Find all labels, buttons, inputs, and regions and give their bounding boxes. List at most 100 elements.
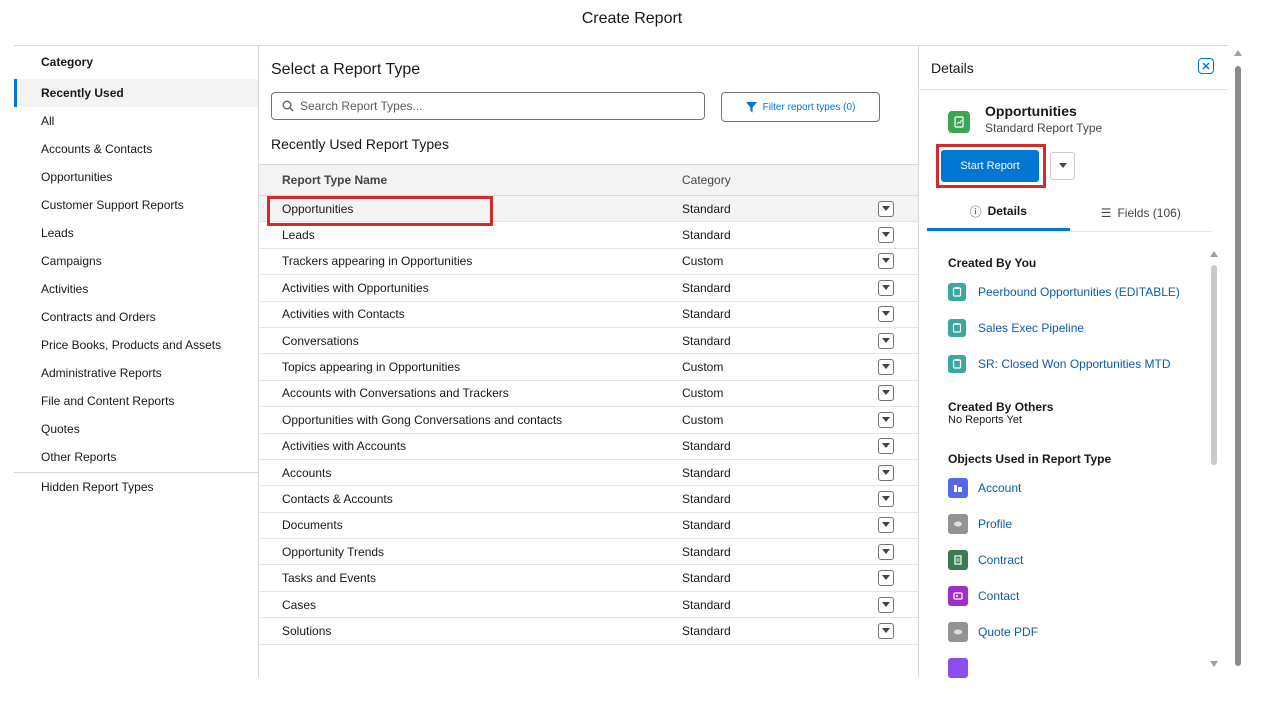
details-scroll-thumb[interactable] [1211,265,1217,465]
report-link-sales-exec[interactable]: Sales Exec Pipeline [948,319,1084,337]
object-quote-pdf[interactable]: Quote PDF [948,622,1038,642]
report-type-name-cell[interactable]: Contacts & Accounts [259,492,682,506]
table-row[interactable]: Topics appearing in Opportunities Custom [259,354,918,381]
row-actions-button[interactable] [878,570,894,587]
table-row[interactable]: Contacts & Accounts Standard [259,486,918,513]
report-type-name-cell[interactable]: Accounts with Conversations and Trackers [259,386,682,400]
table-row[interactable]: Documents Standard [259,513,918,540]
category-opportunities[interactable]: Opportunities [14,163,258,191]
report-type-name-cell[interactable]: Trackers appearing in Opportunities [259,254,682,268]
row-actions-button[interactable] [878,543,894,560]
report-type-name-cell[interactable]: Leads [259,228,682,242]
column-header-name[interactable]: Report Type Name [259,173,682,187]
report-type-panel: Select a Report Type Filter report types… [259,46,919,678]
category-recently-used[interactable]: Recently Used [14,79,258,107]
category-contracts-orders[interactable]: Contracts and Orders [14,303,258,331]
object-partial[interactable] [948,658,968,678]
row-actions-button[interactable] [878,622,894,639]
table-row[interactable]: Tasks and Events Standard [259,565,918,592]
chevron-down-icon [882,575,890,581]
start-report-button[interactable]: Start Report [941,150,1039,182]
category-price-books[interactable]: Price Books, Products and Assets [14,331,258,359]
table-row[interactable]: Activities with Contacts Standard [259,302,918,328]
category-campaigns[interactable]: Campaigns [14,247,258,275]
category-other[interactable]: Other Reports [14,443,258,471]
category-activities[interactable]: Activities [14,275,258,303]
table-row[interactable]: Trackers appearing in Opportunities Custo… [259,249,918,276]
category-hidden-report-types[interactable]: Hidden Report Types [14,472,258,500]
category-quotes[interactable]: Quotes [14,415,258,443]
table-row[interactable]: Cases Standard [259,592,918,619]
row-actions-button[interactable] [878,438,894,455]
search-input[interactable] [300,99,690,113]
report-link-peerbound[interactable]: Peerbound Opportunities (EDITABLE) [948,283,1180,301]
report-type-name-cell[interactable]: Accounts [259,466,682,480]
close-details-button[interactable] [1198,58,1214,74]
report-type-subtitle: Standard Report Type [985,121,1103,135]
report-type-name-cell[interactable]: Topics appearing in Opportunities [259,360,682,374]
table-row[interactable]: Leads Standard [259,222,918,249]
table-row[interactable]: Conversations Standard [259,328,918,355]
details-scrollbar[interactable] [1210,251,1218,667]
category-file-content[interactable]: File and Content Reports [14,387,258,415]
tab-details[interactable]: ⓘ Details [927,194,1070,231]
row-actions-button[interactable] [878,227,894,244]
chevron-down-icon [882,337,890,343]
category-accounts-contacts[interactable]: Accounts & Contacts [14,135,258,163]
table-row[interactable]: Accounts with Conversations and Trackers… [259,381,918,408]
report-type-name-cell[interactable]: Opportunities [259,202,682,216]
row-actions-button[interactable] [878,411,894,428]
report-type-name-cell[interactable]: Activities with Opportunities [259,281,682,295]
row-actions-button[interactable] [878,279,894,296]
tab-fields[interactable]: ☰ Fields (106) [1070,194,1213,231]
category-all[interactable]: All [14,107,258,135]
report-type-name-cell[interactable]: Solutions [259,624,682,638]
table-row[interactable]: Opportunities with Gong Conversations an… [259,407,918,434]
chevron-down-icon [882,522,890,528]
report-type-category-cell: Standard [682,544,731,559]
row-actions-button[interactable] [878,490,894,507]
report-type-name-cell[interactable]: Activities with Contacts [259,307,682,321]
table-row[interactable]: Opportunity Trends Standard [259,539,918,566]
category-administrative[interactable]: Administrative Reports [14,359,258,387]
page-scroll-thumb[interactable] [1235,66,1241,666]
report-type-name-cell[interactable]: Activities with Accounts [259,439,682,453]
object-account[interactable]: Account [948,478,1021,498]
search-box[interactable] [271,92,705,120]
object-contact[interactable]: Contact [948,586,1019,606]
object-contract[interactable]: Contract [948,550,1023,570]
info-icon: ⓘ [969,204,982,219]
start-report-menu-button[interactable] [1050,152,1075,180]
object-profile[interactable]: Profile [948,514,1012,534]
table-row[interactable]: Solutions Standard [259,618,918,645]
row-actions-button[interactable] [878,596,894,613]
row-actions-button[interactable] [878,332,894,349]
report-type-name-cell[interactable]: Cases [259,598,682,612]
contact-icon [948,586,968,606]
row-actions-button[interactable] [878,385,894,402]
table-row[interactable]: Opportunities Standard [259,196,918,223]
row-actions-button[interactable] [878,253,894,270]
table-row[interactable]: Accounts Standard [259,460,918,487]
report-link-closed-won[interactable]: SR: Closed Won Opportunities MTD [948,355,1171,373]
category-leads[interactable]: Leads [14,219,258,247]
table-row[interactable]: Activities with Opportunities Standard [259,275,918,302]
column-header-category[interactable]: Category [682,173,882,187]
filter-report-types-button[interactable]: Filter report types (0) [721,92,880,122]
details-title: Details [931,59,974,76]
report-type-name-cell[interactable]: Opportunity Trends [259,545,682,559]
report-type-name-cell[interactable]: Conversations [259,334,682,348]
report-type-name-cell[interactable]: Opportunities with Gong Conversations an… [259,413,682,427]
row-actions-button[interactable] [878,306,894,323]
category-customer-support[interactable]: Customer Support Reports [14,191,258,219]
page-scrollbar[interactable] [1233,50,1243,678]
table-row[interactable]: Activities with Accounts Standard [259,434,918,460]
row-actions-button[interactable] [878,517,894,534]
report-type-name-cell[interactable]: Documents [259,518,682,532]
row-actions-button[interactable] [878,464,894,481]
report-type-name-cell[interactable]: Tasks and Events [259,571,682,585]
report-type-category-cell: Standard [682,201,731,216]
row-actions-button[interactable] [878,200,894,217]
chevron-down-icon [882,390,890,396]
row-actions-button[interactable] [878,359,894,376]
